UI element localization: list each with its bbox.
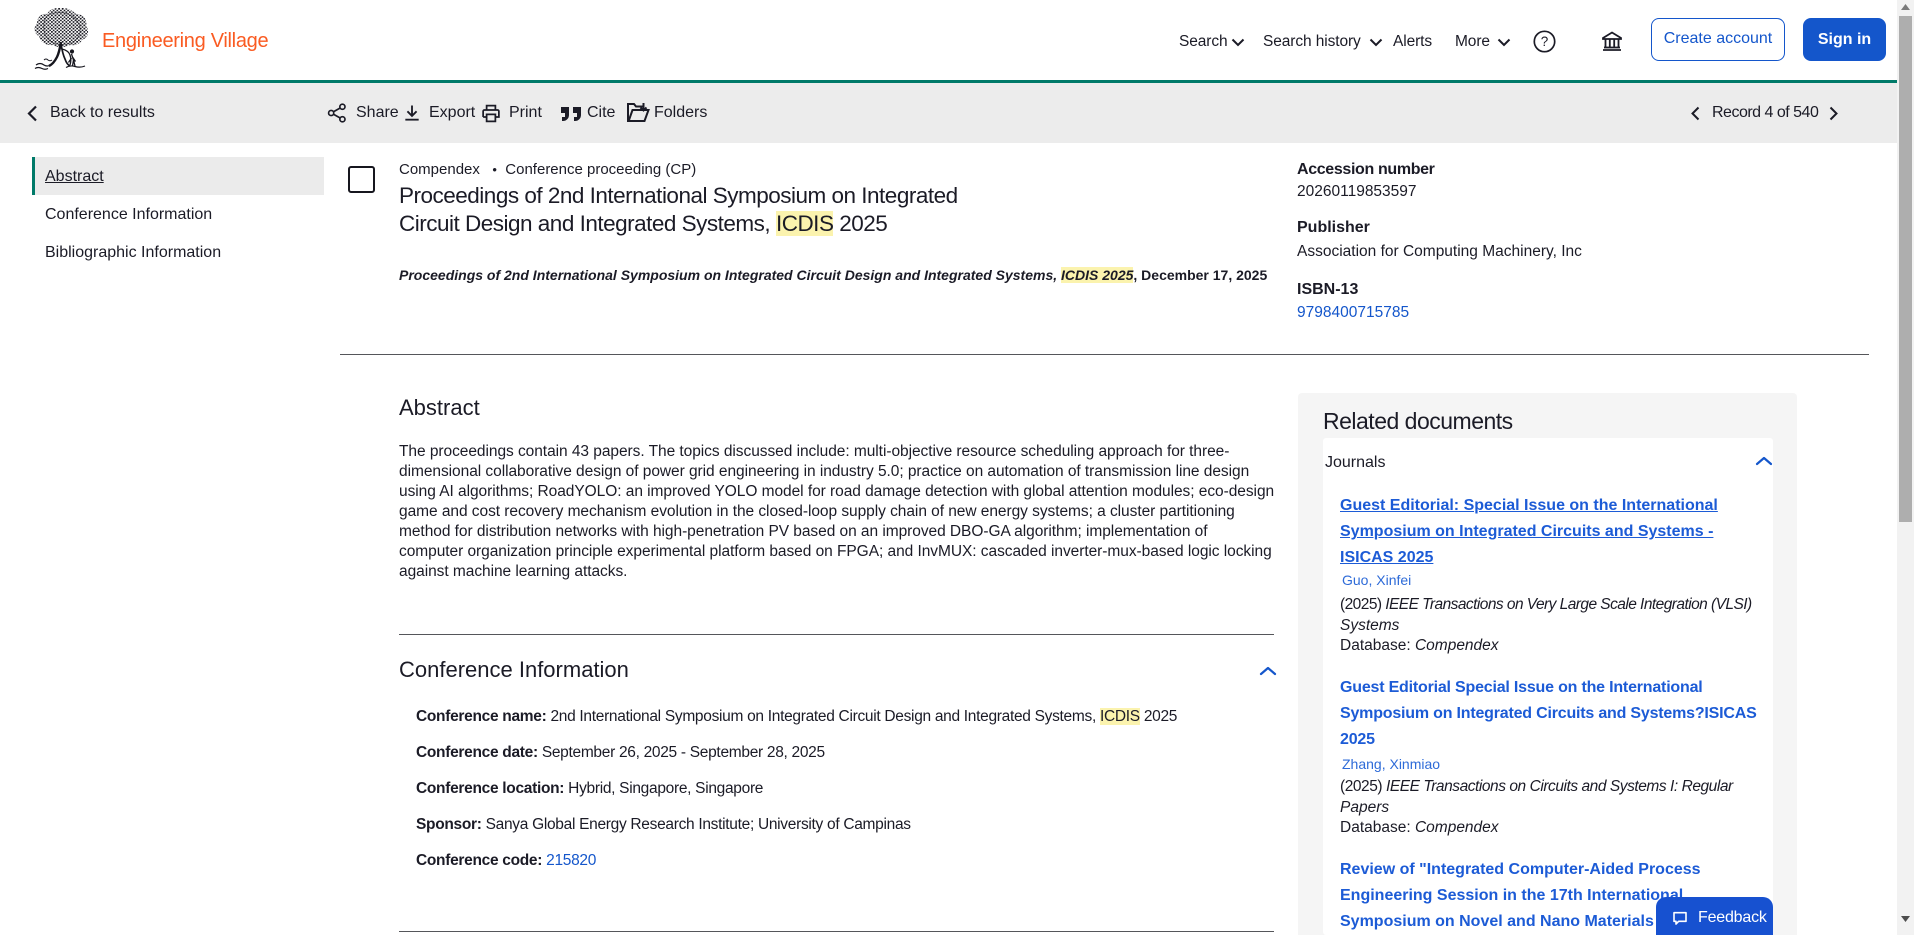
svg-text:?: ? <box>1541 34 1548 49</box>
